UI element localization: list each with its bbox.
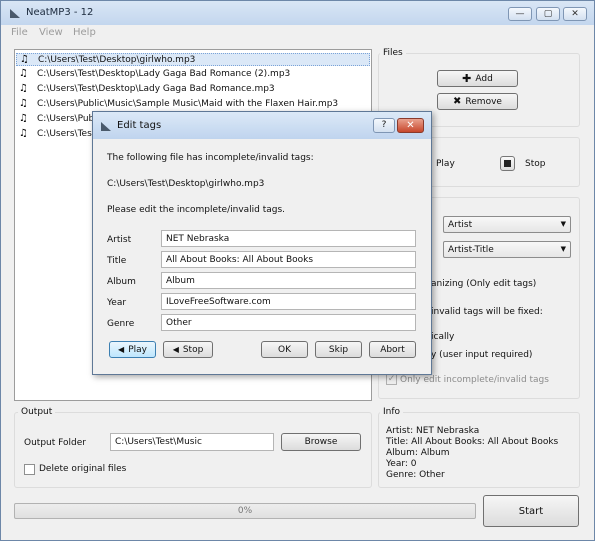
- music-note-icon: ♫: [19, 98, 28, 109]
- stop-icon: [504, 160, 511, 167]
- abort-button[interactable]: Abort: [369, 341, 416, 358]
- menu-view[interactable]: View: [39, 27, 63, 38]
- file-path: C:\Users\Public\Music\Sample Music\Maid …: [37, 99, 339, 109]
- output-folder-label: Output Folder: [24, 438, 86, 448]
- file-list-item[interactable]: ♫ C:\Users\Test\Desktop\Lady Gaga Bad Ro…: [16, 83, 370, 96]
- info-year: Year: 0: [386, 459, 417, 469]
- dialog-instruction: Please edit the incomplete/invalid tags.: [107, 205, 286, 215]
- music-note-icon: ♫: [19, 83, 28, 94]
- music-note-icon: ♫: [19, 113, 28, 124]
- progress-text: 0%: [237, 506, 253, 516]
- dialog-file-path: C:\Users\Test\Desktop\girlwho.mp3: [107, 179, 265, 189]
- add-button[interactable]: ✚ Add: [437, 70, 518, 87]
- title-field[interactable]: All About Books: All About Books: [161, 251, 416, 268]
- naming-combo-1[interactable]: Artist ▼: [443, 216, 571, 233]
- organizing-text: anizing (Only edit tags): [431, 279, 537, 289]
- browse-button[interactable]: Browse: [281, 433, 361, 451]
- dialog-close-button[interactable]: ✕: [397, 118, 424, 133]
- ok-button[interactable]: OK: [261, 341, 308, 358]
- delete-original-checkbox[interactable]: [24, 464, 35, 475]
- info-title: Title: All About Books: All About Books: [386, 437, 559, 447]
- menu-bar: File View Help: [1, 25, 594, 41]
- album-label: Album: [107, 277, 136, 287]
- invalid-tags-text: invalid tags will be fixed:: [431, 307, 543, 317]
- only-edit-checkbox[interactable]: ✓: [386, 374, 397, 385]
- progress-bar: 0%: [14, 503, 476, 519]
- window-title: NeatMP3 - 12: [26, 7, 94, 18]
- dialog-help-button[interactable]: ?: [373, 118, 395, 133]
- stop-label: Stop: [525, 159, 546, 169]
- only-edit-label: Only edit incomplete/invalid tags: [400, 375, 549, 385]
- start-button[interactable]: Start: [483, 495, 579, 527]
- naming-combo-2[interactable]: Artist-Title ▼: [443, 241, 571, 258]
- skip-button[interactable]: Skip: [315, 341, 362, 358]
- file-path: C:\Users\Tes: [37, 129, 92, 139]
- file-list-item[interactable]: ♫ C:\Users\Public\Music\Sample Music\Mai…: [16, 98, 370, 111]
- files-group-title: Files: [380, 48, 406, 58]
- file-list-item[interactable]: ♫ C:\Users\Test\Desktop\Lady Gaga Bad Ro…: [16, 68, 370, 81]
- album-field[interactable]: Album: [161, 272, 416, 289]
- file-path: C:\Users\Test\Desktop\Lady Gaga Bad Roma…: [37, 69, 291, 79]
- stop-button[interactable]: [500, 156, 515, 171]
- maximize-button[interactable]: ▢: [536, 7, 560, 21]
- music-note-icon: ♫: [20, 54, 29, 65]
- genre-label: Genre: [107, 319, 135, 329]
- music-note-icon: ♫: [19, 68, 28, 79]
- info-album: Album: Album: [386, 448, 450, 458]
- output-group-title: Output: [18, 407, 56, 417]
- title-bar: NeatMP3 - 12 — ▢ ✕: [1, 1, 594, 25]
- info-artist: Artist: NET Nebraska: [386, 426, 480, 436]
- info-group-title: Info: [380, 407, 404, 417]
- file-list-item[interactable]: ♫ C:\Users\Test\Desktop\girlwho.mp3: [16, 53, 370, 66]
- dialog-title-bar: Edit tags ? ✕: [93, 112, 431, 139]
- title-label: Title: [107, 256, 127, 266]
- menu-file[interactable]: File: [11, 27, 28, 38]
- year-label: Year: [107, 298, 127, 308]
- app-logo-icon: [10, 9, 20, 18]
- dialog-title: Edit tags: [117, 120, 162, 131]
- edit-tags-dialog: Edit tags ? ✕ The following file has inc…: [92, 111, 432, 375]
- year-field[interactable]: ILoveFreeSoftware.com: [161, 293, 416, 310]
- plus-icon: ✚: [462, 72, 472, 85]
- file-path: C:\Users\Test\Desktop\Lady Gaga Bad Roma…: [37, 84, 275, 94]
- dropdown-arrow-icon: ▼: [560, 245, 566, 253]
- artist-field[interactable]: NET Nebraska: [161, 230, 416, 247]
- file-path: C:\Users\Pub: [37, 114, 95, 124]
- menu-help[interactable]: Help: [73, 27, 96, 38]
- dialog-play-button[interactable]: ◀ Play: [109, 341, 156, 358]
- info-genre: Genre: Other: [386, 470, 445, 480]
- speaker-icon: ◀: [172, 345, 179, 354]
- artist-label: Artist: [107, 235, 132, 245]
- play-label[interactable]: Play: [436, 159, 455, 169]
- file-path: C:\Users\Test\Desktop\girlwho.mp3: [38, 55, 196, 65]
- remove-button[interactable]: ✖ Remove: [437, 93, 518, 110]
- user-input-text: y (user input required): [431, 350, 533, 360]
- app-logo-icon: [101, 122, 111, 131]
- music-note-icon: ♫: [19, 128, 28, 139]
- auto-text: ically: [431, 332, 455, 342]
- delete-original-label: Delete original files: [39, 464, 127, 474]
- dialog-stop-button[interactable]: ◀ Stop: [163, 341, 213, 358]
- main-window: NeatMP3 - 12 — ▢ ✕ File View Help ♫ C:\U…: [0, 0, 595, 541]
- dialog-body: The following file has incomplete/invali…: [97, 139, 427, 371]
- dialog-message: The following file has incomplete/invali…: [107, 153, 314, 163]
- remove-x-icon: ✖: [453, 96, 462, 107]
- minimize-button[interactable]: —: [508, 7, 532, 21]
- close-button[interactable]: ✕: [563, 7, 587, 21]
- speaker-icon: ◀: [118, 345, 125, 354]
- genre-field[interactable]: Other: [161, 314, 416, 331]
- dropdown-arrow-icon: ▼: [560, 220, 566, 228]
- output-folder-field[interactable]: C:\Users\Test\Music: [110, 433, 274, 451]
